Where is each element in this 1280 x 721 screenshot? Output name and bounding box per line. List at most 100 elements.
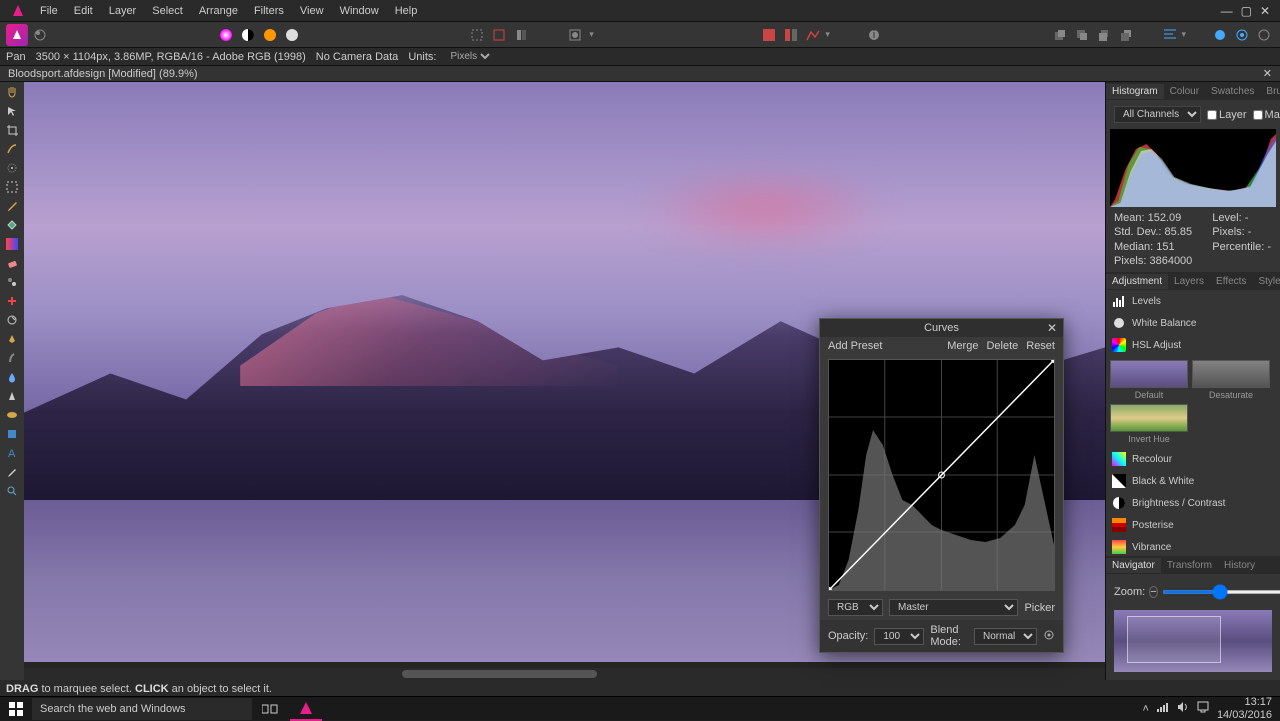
tab-histogram[interactable]: Histogram (1106, 84, 1164, 99)
snap-2-icon[interactable] (1232, 25, 1252, 45)
color-circle-1-icon[interactable] (260, 25, 280, 45)
minimize-icon[interactable]: — (1221, 4, 1233, 18)
adj-posterise[interactable]: Posterise (1106, 514, 1280, 536)
selection-brush-icon[interactable] (3, 141, 21, 157)
zoom-slider[interactable] (1162, 590, 1280, 594)
selection-tool-1-icon[interactable] (467, 25, 487, 45)
split-bw-icon[interactable] (238, 25, 258, 45)
curves-picker[interactable]: Picker (1024, 602, 1055, 614)
adj-vibrance[interactable]: Vibrance (1106, 536, 1280, 556)
tab-brushes[interactable]: Brushes (1260, 84, 1280, 99)
document-close-icon[interactable]: ✕ (1263, 67, 1272, 80)
heal-tool-icon[interactable] (3, 293, 21, 309)
tab-adjustment[interactable]: Adjustment (1106, 274, 1168, 289)
grid-1-icon[interactable] (759, 25, 779, 45)
tray-notifications-icon[interactable] (1197, 701, 1209, 716)
menu-window[interactable]: Window (332, 2, 387, 20)
arrange-1-icon[interactable] (1050, 25, 1070, 45)
adj-hsl[interactable]: HSL Adjust (1106, 334, 1280, 356)
menu-view[interactable]: View (292, 2, 332, 20)
horizontal-scrollbar[interactable] (24, 668, 1105, 680)
menu-file[interactable]: File (32, 2, 66, 20)
tab-styles[interactable]: Styles (1252, 274, 1280, 289)
curves-channel-select[interactable]: RGB (828, 599, 883, 616)
gradient-tool-icon[interactable] (3, 236, 21, 252)
menu-edit[interactable]: Edit (66, 2, 101, 20)
dodge-tool-icon[interactable] (3, 312, 21, 328)
adj-recolour[interactable]: Recolour (1106, 448, 1280, 470)
dropdown-arrow-3-icon[interactable]: ▾ (1182, 29, 1187, 40)
curves-reset[interactable]: Reset (1026, 340, 1055, 352)
quick-mask-icon[interactable] (565, 25, 585, 45)
curves-merge[interactable]: Merge (947, 340, 978, 352)
erase-tool-icon[interactable] (3, 255, 21, 271)
navigator-preview[interactable] (1114, 610, 1272, 672)
menu-filters[interactable]: Filters (246, 2, 292, 20)
curves-titlebar[interactable]: Curves ✕ (820, 319, 1063, 337)
selection-tool-2-icon[interactable] (489, 25, 509, 45)
curves-settings-icon[interactable] (1043, 629, 1055, 644)
pen-tool-icon[interactable] (3, 331, 21, 347)
blend-mode-select[interactable]: Normal (974, 628, 1037, 645)
curves-delete[interactable]: Delete (986, 340, 1018, 352)
text-tool-icon[interactable]: A (3, 445, 21, 461)
preset-desaturate[interactable]: Desaturate (1192, 360, 1270, 400)
tab-navigator[interactable]: Navigator (1106, 558, 1161, 573)
align-icon[interactable] (1160, 25, 1180, 45)
color-wheel-icon[interactable] (216, 25, 236, 45)
clone-tool-icon[interactable] (3, 274, 21, 290)
preset-default[interactable]: Default (1110, 360, 1188, 400)
blur-tool-icon[interactable] (3, 369, 21, 385)
selection-tool-3-icon[interactable] (511, 25, 531, 45)
color-circle-2-icon[interactable] (282, 25, 302, 45)
curves-master-select[interactable]: Master (889, 599, 1018, 616)
smudge-tool-icon[interactable] (3, 350, 21, 366)
arrange-3-icon[interactable] (1094, 25, 1114, 45)
shape-tool-icon[interactable] (3, 426, 21, 442)
menu-layer[interactable]: Layer (101, 2, 145, 20)
persona-liquify-icon[interactable] (30, 25, 50, 45)
curves-add-preset[interactable]: Add Preset (828, 340, 882, 352)
tab-colour[interactable]: Colour (1164, 84, 1205, 99)
snap-3-icon[interactable] (1254, 25, 1274, 45)
zoom-out-icon[interactable]: − (1149, 586, 1157, 598)
flood-select-icon[interactable] (3, 160, 21, 176)
curves-close-icon[interactable]: ✕ (1047, 321, 1057, 335)
dropdown-arrow-icon[interactable]: ▾ (589, 29, 594, 40)
histogram-channel-select[interactable]: All Channels (1114, 106, 1201, 123)
curves-graph[interactable] (828, 359, 1055, 591)
marquee-tool-icon[interactable] (3, 179, 21, 195)
opacity-value[interactable]: 100 % (874, 628, 924, 645)
color-picker-icon[interactable] (3, 464, 21, 480)
adj-white-balance[interactable]: White Balance (1106, 312, 1280, 334)
arrange-2-icon[interactable] (1072, 25, 1092, 45)
fill-tool-icon[interactable] (3, 217, 21, 233)
adj-brightness-contrast[interactable]: Brightness / Contrast (1106, 492, 1280, 514)
adj-levels[interactable]: Levels (1106, 290, 1280, 312)
menu-select[interactable]: Select (144, 2, 191, 20)
tab-effects[interactable]: Effects (1210, 274, 1252, 289)
histogram-marquee-checkbox[interactable] (1253, 110, 1263, 120)
persona-photo-icon[interactable] (6, 24, 28, 46)
dropdown-arrow-2-icon[interactable]: ▾ (825, 29, 830, 40)
menu-arrange[interactable]: Arrange (191, 2, 246, 20)
tray-up-icon[interactable]: ˄ (1143, 703, 1149, 715)
taskbar-search[interactable]: Search the web and Windows (32, 698, 252, 720)
sharpen-tool-icon[interactable] (3, 388, 21, 404)
adj-black-white[interactable]: Black & White (1106, 470, 1280, 492)
tab-layers[interactable]: Layers (1168, 274, 1210, 289)
document-tab[interactable]: Bloodsport.afdesign [Modified] (89.9%) ✕ (0, 66, 1280, 82)
tab-transform[interactable]: Transform (1161, 558, 1218, 573)
units-select[interactable]: Pixels (446, 50, 493, 63)
close-icon[interactable]: ✕ (1260, 4, 1270, 18)
start-button[interactable] (0, 697, 32, 721)
histogram-layer-checkbox[interactable] (1207, 110, 1217, 120)
snap-1-icon[interactable] (1210, 25, 1230, 45)
zoom-tool-icon[interactable] (3, 483, 21, 499)
task-view-icon[interactable] (254, 697, 286, 721)
sponge-tool-icon[interactable] (3, 407, 21, 423)
maximize-icon[interactable]: ▢ (1241, 4, 1252, 18)
tab-swatches[interactable]: Swatches (1205, 84, 1260, 99)
tray-network-icon[interactable] (1157, 701, 1169, 716)
menu-help[interactable]: Help (387, 2, 426, 20)
